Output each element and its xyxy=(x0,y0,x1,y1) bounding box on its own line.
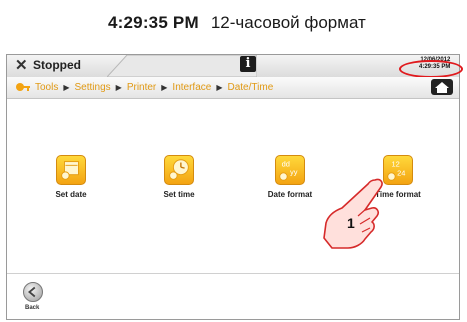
dd-yy-icon: dd yy xyxy=(275,155,305,185)
step-number: 1 xyxy=(347,215,355,231)
set-date-label: Set date xyxy=(55,190,87,199)
date-format-label: Date format xyxy=(267,190,313,199)
caption-time: 4:29:35 PM xyxy=(108,13,199,32)
info-icon[interactable]: i xyxy=(240,56,256,72)
back-button[interactable] xyxy=(23,282,43,302)
home-icon xyxy=(435,82,449,93)
24-glyph: 24 xyxy=(397,169,405,178)
crumb-settings[interactable]: Settings xyxy=(75,82,111,93)
crumb-printer[interactable]: Printer xyxy=(127,82,156,93)
clock-icon xyxy=(164,155,194,185)
crumb-separator-icon: ▶ xyxy=(216,82,223,92)
caption: 4:29:35 PM 12-часовой формат xyxy=(108,10,366,36)
crumb-datetime: Date/Time xyxy=(227,81,274,93)
set-time-button[interactable]: Set time xyxy=(144,155,214,199)
12-glyph: 12 xyxy=(391,159,399,168)
yy-glyph: yy xyxy=(290,168,298,177)
highlight-oval xyxy=(399,60,463,78)
pointing-hand-icon xyxy=(323,178,383,249)
crumb-separator-icon: ▶ xyxy=(161,82,168,92)
home-button[interactable] xyxy=(431,79,453,95)
calendar-icon xyxy=(56,155,86,185)
crumb-separator-icon: ▶ xyxy=(115,82,122,92)
status-bar: ✕ Stopped i 12/06/2012 4:29:35 PM xyxy=(7,55,463,78)
tab-shape xyxy=(107,55,257,77)
crumb-separator-icon: ▶ xyxy=(63,82,70,92)
key-icon xyxy=(16,83,30,91)
date-format-button[interactable]: dd yy Date format xyxy=(255,155,325,199)
set-date-button[interactable]: Set date xyxy=(36,155,106,199)
status-text: Stopped xyxy=(33,58,81,72)
footer-divider xyxy=(7,273,459,274)
back-arrow-icon xyxy=(27,286,36,298)
dd-glyph: dd xyxy=(282,159,290,168)
stopped-x-icon[interactable]: ✕ xyxy=(15,56,28,74)
device-screen: ✕ Stopped i 12/06/2012 4:29:35 PM Tools … xyxy=(6,54,463,320)
breadcrumb: Tools ▶ Settings ▶ Printer ▶ Interface ▶… xyxy=(7,77,459,99)
back-label: Back xyxy=(25,305,40,311)
set-time-label: Set time xyxy=(163,190,195,199)
caption-format: 12-часовой формат xyxy=(210,13,366,32)
crumb-tools[interactable]: Tools xyxy=(35,82,58,93)
crumb-interface[interactable]: Interface xyxy=(172,82,211,93)
